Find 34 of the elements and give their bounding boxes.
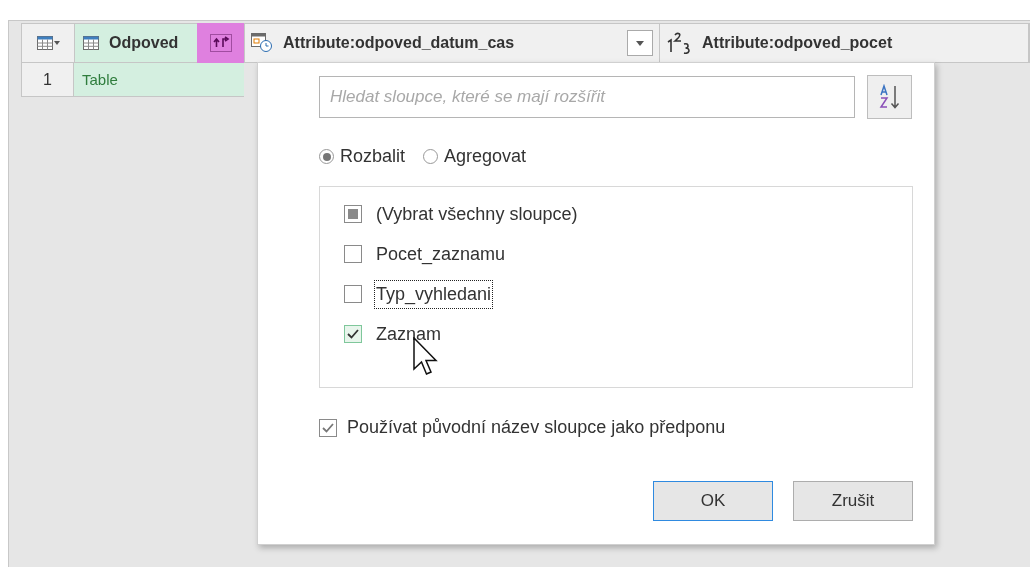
checkmark-icon xyxy=(322,422,334,433)
checkbox[interactable] xyxy=(344,325,362,343)
checkbox[interactable] xyxy=(344,205,362,223)
column-option[interactable]: Typ_vyhledani xyxy=(374,279,494,309)
table-cell: Table xyxy=(74,63,244,97)
table-icon xyxy=(36,36,53,50)
column-header[interactable]: Odpoved xyxy=(75,24,245,62)
sort-az-icon xyxy=(878,84,901,110)
number-type-icon xyxy=(666,32,692,54)
column-option[interactable]: Zaznam xyxy=(374,319,444,349)
calendar-clock-icon xyxy=(251,33,273,53)
radio-option[interactable]: Rozbalit xyxy=(319,143,406,170)
column-title: Attribute:odpoved_datum_cas xyxy=(283,33,515,53)
checkbox[interactable] xyxy=(319,418,337,437)
column-title: Attribute:odpoved_pocet xyxy=(702,33,893,53)
table-icon xyxy=(83,36,99,50)
search-field[interactable]: Hledat sloupce, které se mají rozšířit xyxy=(319,76,856,118)
row-number: 1 xyxy=(21,63,74,97)
checkmark-icon xyxy=(347,329,359,339)
checkbox[interactable] xyxy=(344,245,362,263)
caret-icon xyxy=(636,40,644,46)
sort-button[interactable] xyxy=(867,75,912,119)
checkbox-label: Používat původní název sloupce jako předponu xyxy=(347,416,726,439)
radio-option[interactable]: Agregovat xyxy=(423,143,527,170)
column-option[interactable]: (Vybrat všechny sloupce) xyxy=(374,199,580,229)
filter-dropdown-button[interactable] xyxy=(627,30,653,56)
dialog-button[interactable]: Zrušit xyxy=(793,481,913,521)
expand-arrows-icon xyxy=(209,34,232,52)
checkbox[interactable] xyxy=(344,285,362,303)
column-option[interactable]: Pocet_zaznamu xyxy=(374,239,508,269)
expand-button[interactable] xyxy=(197,23,244,63)
caret-icon xyxy=(53,41,60,45)
dialog-button[interactable]: OK xyxy=(653,481,773,521)
column-title: Odpoved xyxy=(109,33,179,53)
